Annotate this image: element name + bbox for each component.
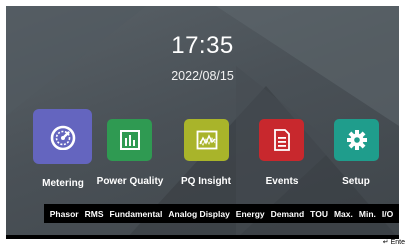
power-quality-label[interactable]: Power Quality — [95, 176, 165, 187]
pq-insight-tile[interactable] — [184, 119, 229, 161]
submenu-item-io[interactable]: I/O — [382, 209, 393, 219]
submenu-item-tou[interactable]: TOU — [310, 209, 328, 219]
submenu-item-energy[interactable]: Energy — [236, 209, 265, 219]
clock-date: 2022/08/15 — [171, 69, 234, 83]
gauge-icon — [50, 125, 75, 150]
gear-icon — [346, 130, 367, 150]
power-quality-tile[interactable] — [107, 119, 152, 161]
document-icon — [273, 129, 290, 151]
hmi-screen: 17:35 2022/08/15 Metering Power Quality … — [6, 6, 399, 239]
bar-chart-icon — [119, 130, 140, 150]
submenu-item-analog-display[interactable]: Analog Display — [168, 209, 229, 219]
events-tile[interactable] — [259, 119, 304, 161]
pq-insight-label[interactable]: PQ Insight — [174, 176, 238, 187]
events-label[interactable]: Events — [256, 176, 308, 187]
metering-label[interactable]: Metering — [30, 178, 96, 189]
setup-tile[interactable] — [334, 119, 379, 161]
bottom-status-strip — [6, 235, 399, 239]
submenu-item-min[interactable]: Min. — [359, 209, 376, 219]
clock-time: 17:35 — [171, 32, 234, 59]
submenu-item-fundamental[interactable]: Fundamental — [109, 209, 162, 219]
metering-tile[interactable] — [33, 109, 92, 164]
submenu-item-max[interactable]: Max. — [334, 209, 353, 219]
setup-label[interactable]: Setup — [333, 176, 379, 187]
waveform-icon — [196, 130, 217, 150]
submenu-item-demand[interactable]: Demand — [271, 209, 305, 219]
submenu-item-phasor[interactable]: Phasor — [50, 209, 79, 219]
metering-submenu-bar: Phasor RMS Fundamental Analog Display En… — [44, 204, 399, 223]
submenu-item-rms[interactable]: RMS — [85, 209, 104, 219]
